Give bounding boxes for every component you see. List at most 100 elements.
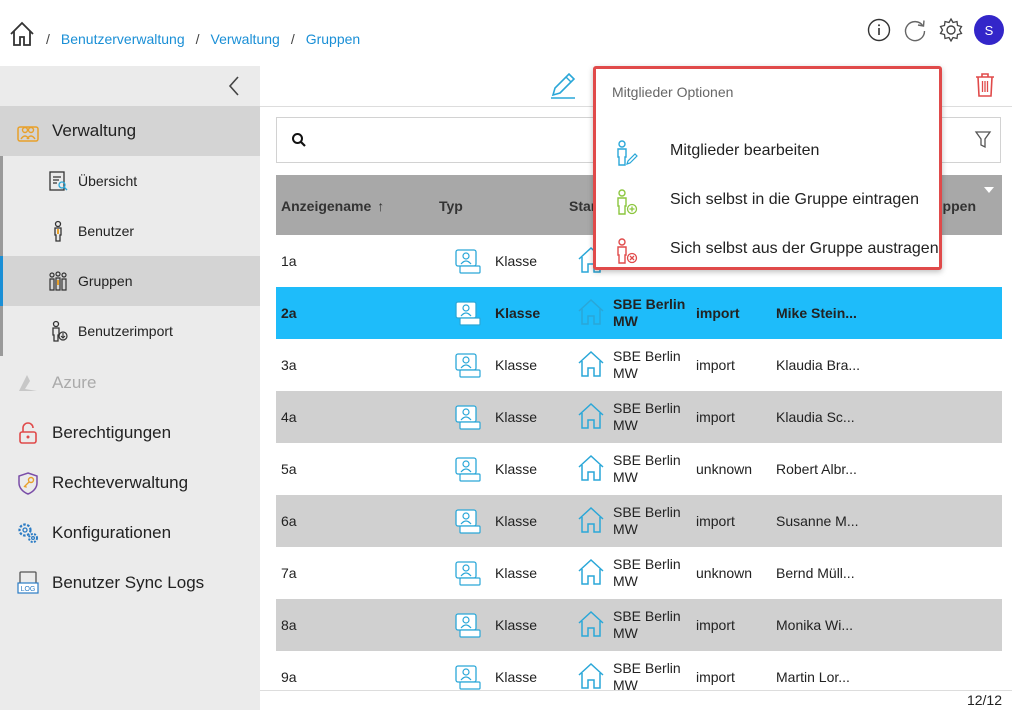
gear-icon[interactable] xyxy=(938,17,964,43)
svg-text:LOG: LOG xyxy=(21,586,36,593)
breadcrumb-separator: / xyxy=(290,31,295,47)
cell-anzeigename: 1a xyxy=(281,253,297,269)
menu-item-add-self[interactable]: Sich selbst in die Gruppe eintragen xyxy=(596,178,939,224)
column-menu-caret-icon[interactable] xyxy=(984,187,994,193)
sidebar-subitem-label: Gruppen xyxy=(78,273,133,289)
cell-typ: Klasse xyxy=(495,461,538,477)
standort-line-2: MW xyxy=(613,365,638,381)
class-type-icon xyxy=(454,664,482,690)
cell-typ: Klasse xyxy=(495,617,538,633)
menu-item-remove-self[interactable]: Sich selbst aus der Gruppe austragen xyxy=(596,227,939,273)
standort-line-1: SBE Berlin xyxy=(613,504,681,520)
user-icon xyxy=(54,220,62,242)
info-icon[interactable] xyxy=(866,17,892,43)
filter-icon[interactable] xyxy=(974,130,992,150)
cell-anzeigename: 9a xyxy=(281,669,297,685)
home-icon[interactable] xyxy=(8,20,36,48)
sidebar-item-berechtigungen[interactable]: Berechtigungen xyxy=(0,408,260,458)
sidebar-item-rechteverwaltung[interactable]: Rechteverwaltung xyxy=(0,458,260,508)
cell-owner: Robert Albr... xyxy=(776,461,857,477)
menu-title: Mitglieder Optionen xyxy=(612,84,734,100)
sidebar-subitem-benutzer[interactable]: Benutzer xyxy=(0,206,260,256)
table-row[interactable]: 3a Klasse SBE Berlin MW import Klaudia Bra... xyxy=(276,339,1002,391)
standort-line-1: SBE Berlin xyxy=(613,556,681,572)
sidebar-subitem-benutzerimport[interactable]: Benutzerimport xyxy=(0,306,260,356)
sidebar-subitem-gruppen[interactable]: Gruppen xyxy=(0,256,260,306)
edit-icon[interactable] xyxy=(548,70,578,100)
school-location-icon xyxy=(577,401,605,431)
cell-typ: Klasse xyxy=(495,669,538,685)
school-location-icon xyxy=(577,609,605,639)
breadcrumb-benutzerverwaltung[interactable]: Benutzerverwaltung xyxy=(61,31,185,47)
standort-line-1: SBE Berlin xyxy=(613,400,681,416)
column-header-anzeigename[interactable]: Anzeigename ↑ xyxy=(281,198,384,214)
users-folder-icon xyxy=(17,126,39,142)
cell-anzeigename: 7a xyxy=(281,565,297,581)
table-row[interactable]: 5a Klasse SBE Berlin MW unknown Robert Albr..… xyxy=(276,443,1002,495)
avatar[interactable]: S xyxy=(974,15,1004,45)
standort-line-2: MW xyxy=(613,625,638,641)
standort-line-2: MW xyxy=(613,469,638,485)
class-type-icon xyxy=(454,560,482,586)
cell-owner: Monika Wi... xyxy=(776,617,854,633)
cell-anzeigename: 2a xyxy=(281,305,297,321)
search-icon xyxy=(292,133,306,147)
cell-typ: Klasse xyxy=(495,357,538,373)
table-row[interactable]: 2a Klasse SBE Berlin MW import Mike Stein... xyxy=(276,287,1002,339)
top-bar: / Benutzerverwaltung / Verwaltung / Grup… xyxy=(0,0,1012,66)
delete-icon[interactable] xyxy=(974,72,996,98)
cell-standort: SBE Berlin MW xyxy=(613,660,681,694)
group-icon xyxy=(49,271,67,291)
cell-anzeigename: 6a xyxy=(281,513,297,529)
breadcrumb-gruppen[interactable]: Gruppen xyxy=(306,31,360,47)
sidebar-subitem-uebersicht[interactable]: Übersicht xyxy=(0,156,260,206)
sidebar-item-label: Verwaltung xyxy=(52,121,137,140)
breadcrumb-verwaltung[interactable]: Verwaltung xyxy=(211,31,280,47)
cell-standort: SBE Berlin MW xyxy=(613,452,681,486)
menu-item-edit-members[interactable]: Mitglieder bearbeiten xyxy=(596,129,939,175)
table-row[interactable]: 6a Klasse SBE Berlin MW import Susanne M... xyxy=(276,495,1002,547)
standort-line-2: MW xyxy=(613,521,638,537)
class-type-icon xyxy=(454,612,482,638)
column-header-typ[interactable]: Typ xyxy=(439,198,463,214)
cell-standort: SBE Berlin MW xyxy=(613,296,685,330)
class-type-icon xyxy=(454,404,482,430)
school-location-icon xyxy=(577,453,605,483)
shield-key-icon xyxy=(18,472,38,495)
table-row[interactable]: 4a Klasse SBE Berlin MW import Klaudia Sc... xyxy=(276,391,1002,443)
cell-typ: Klasse xyxy=(495,513,538,529)
cell-owner: Bernd Müll... xyxy=(776,565,855,581)
cell-standort: SBE Berlin MW xyxy=(613,400,681,434)
sidebar-item-label: Benutzer Sync Logs xyxy=(52,573,205,592)
azure-icon xyxy=(19,375,37,391)
cell-source: import xyxy=(696,617,735,633)
school-location-icon xyxy=(577,557,605,587)
cell-source: import xyxy=(696,305,740,321)
sidebar-item-benutzer-sync-logs[interactable]: LOG Benutzer Sync Logs xyxy=(0,558,260,608)
refresh-icon[interactable] xyxy=(902,17,928,43)
collapse-sidebar-icon[interactable] xyxy=(224,74,244,98)
sidebar-item-azure[interactable]: Azure xyxy=(0,358,260,408)
sidebar-item-konfigurationen[interactable]: Konfigurationen xyxy=(0,508,260,558)
sidebar-item-label: Berechtigungen xyxy=(52,423,172,442)
cell-anzeigename: 5a xyxy=(281,461,297,477)
log-icon: LOG xyxy=(17,571,39,594)
standort-line-1: SBE Berlin xyxy=(613,660,681,676)
school-location-icon xyxy=(577,661,605,691)
table-row[interactable]: 7a Klasse SBE Berlin MW unknown Bernd Müll... xyxy=(276,547,1002,599)
class-type-icon xyxy=(454,300,482,326)
school-location-icon xyxy=(577,505,605,535)
standort-line-1: SBE Berlin xyxy=(613,296,686,312)
cell-owner: Martin Lor... xyxy=(776,669,850,685)
class-type-icon xyxy=(454,456,482,482)
sidebar-item-verwaltung[interactable]: Verwaltung xyxy=(0,106,260,156)
header-actions: S xyxy=(866,15,1004,45)
standort-line-1: SBE Berlin xyxy=(613,608,681,624)
cell-standort: SBE Berlin MW xyxy=(613,556,681,590)
cell-owner: Klaudia Bra... xyxy=(776,357,861,373)
table-row[interactable]: 8a Klasse SBE Berlin MW import Monika Wi... xyxy=(276,599,1002,651)
sidebar: Verwaltung Übersicht Benutzer Gruppen Be… xyxy=(0,66,260,710)
cell-typ: Klasse xyxy=(495,565,538,581)
cell-typ: Klasse xyxy=(495,253,538,269)
sidebar-subitem-label: Benutzer xyxy=(78,223,135,239)
